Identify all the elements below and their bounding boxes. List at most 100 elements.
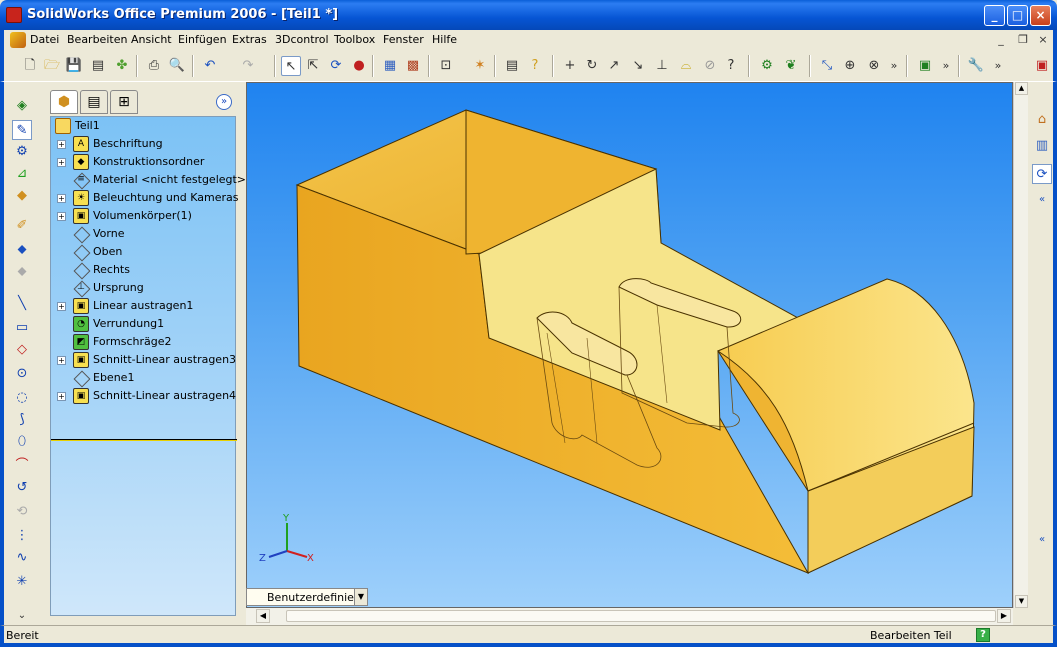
tree-root-part[interactable]: Teil1: [51, 117, 237, 135]
library-icon[interactable]: ▥: [1032, 136, 1052, 156]
three-point-arc-icon[interactable]: ⌒: [12, 456, 32, 476]
smart-dimension-icon[interactable]: ⬥: [12, 240, 32, 260]
redo-icon[interactable]: ↷: [238, 56, 258, 76]
tree-item[interactable]: + ▣ Volumenkörper(1): [51, 207, 237, 225]
tree-item[interactable]: + ▣ Linear austragen1: [51, 297, 237, 315]
expand-toggle-icon[interactable]: +: [57, 194, 66, 203]
relations-icon[interactable]: ⬥: [12, 262, 32, 282]
expand-toggle-icon[interactable]: +: [57, 158, 66, 167]
toolbar-overflow-1[interactable]: »: [884, 56, 904, 76]
menu-fenster[interactable]: Fenster: [383, 33, 424, 46]
grid-icon[interactable]: ▦: [380, 56, 400, 76]
mdi-close-button[interactable]: ×: [1035, 33, 1051, 47]
chevron-down-icon[interactable]: ▼: [354, 589, 367, 605]
dome-icon[interactable]: ⌓: [676, 56, 696, 76]
query-icon[interactable]: ?: [721, 56, 741, 76]
horizontal-scrollbar[interactable]: ◀ ▶: [246, 608, 1013, 625]
centerline-icon[interactable]: ⋮: [12, 526, 32, 546]
rotate-view-icon[interactable]: ↻: [582, 56, 602, 76]
toolbar-overflow-2[interactable]: »: [936, 56, 956, 76]
tree-item[interactable]: + ◆ Konstruktionsordner: [51, 153, 237, 171]
make-assembly-icon[interactable]: ✤: [112, 56, 132, 76]
collapse-pane-icon[interactable]: «: [1032, 190, 1052, 210]
tree-item[interactable]: + ▣ Schnitt-Linear austragen3: [51, 351, 237, 369]
menu-hilfe[interactable]: Hilfe: [432, 33, 457, 46]
arrow-ne-icon[interactable]: ↗: [604, 56, 624, 76]
menu-datei[interactable]: Datei: [30, 33, 59, 46]
expand-toggle-icon[interactable]: +: [57, 392, 66, 401]
tab-feature-tree[interactable]: ⬢: [50, 90, 78, 114]
make-drawing-icon[interactable]: ▤: [88, 56, 108, 76]
leaf-icon[interactable]: ❦: [781, 56, 801, 76]
chevron-down-icon[interactable]: ⌄: [12, 606, 32, 626]
point-sketch-icon[interactable]: ✳: [12, 572, 32, 592]
zoom-area-icon[interactable]: ⊗: [864, 56, 884, 76]
menu-ansicht[interactable]: Ansicht: [131, 33, 172, 46]
menu-extras[interactable]: Extras: [232, 33, 267, 46]
wrench-icon[interactable]: 🔧: [966, 56, 986, 76]
zoom-in-icon[interactable]: ⊕: [840, 56, 860, 76]
sketch-edit-icon[interactable]: ✐: [12, 216, 32, 236]
features-icon[interactable]: ◈: [12, 96, 32, 116]
tab-property-manager[interactable]: ▤: [80, 90, 108, 114]
close-button[interactable]: ×: [1030, 5, 1051, 26]
sketch-icon[interactable]: ✎: [12, 120, 32, 140]
spline-arc-icon[interactable]: ↺: [12, 478, 32, 498]
tangent-arc-icon[interactable]: ⟆: [12, 410, 32, 430]
texture-icon[interactable]: ▩: [403, 56, 423, 76]
mdi-restore-button[interactable]: ❐: [1015, 33, 1031, 47]
rebuild-icon[interactable]: ⟳: [326, 56, 346, 76]
tree-item[interactable]: ◔ Verrundung1: [51, 315, 237, 333]
tree-item[interactable]: Vorne: [51, 225, 237, 243]
tree-item[interactable]: Rechts: [51, 261, 237, 279]
view-orientation-icon[interactable]: ⊡: [436, 56, 456, 76]
tree-item[interactable]: ≡ Material <nicht festgelegt>: [51, 171, 246, 189]
solidworks-app-icon[interactable]: [6, 7, 22, 23]
properties-icon[interactable]: ▤: [502, 56, 522, 76]
tree-item[interactable]: ⊥ Ursprung: [51, 279, 237, 297]
tree-item[interactable]: Ebene1: [51, 369, 237, 387]
polygon-icon[interactable]: ◇: [12, 340, 32, 360]
tab-configuration-manager[interactable]: ⊞: [110, 90, 138, 114]
vertical-scrollbar[interactable]: ▲ ▼: [1013, 82, 1028, 608]
maximize-button[interactable]: □: [1007, 5, 1028, 26]
zoom-to-fit-icon[interactable]: ⤡: [817, 56, 837, 76]
image-icon[interactable]: ▣: [915, 56, 935, 76]
perpendicular-icon[interactable]: ⊥: [652, 56, 672, 76]
view-tab[interactable]: Benutzerdefiniert ▼: [246, 588, 368, 606]
tree-item[interactable]: + A Beschriftung: [51, 135, 237, 153]
expand-panel-icon[interactable]: »: [216, 94, 232, 110]
expand-pane-icon[interactable]: «: [1032, 530, 1052, 550]
assembly-icon[interactable]: ⚙: [12, 142, 32, 162]
surfaces-icon[interactable]: ◆: [12, 186, 32, 206]
centerpoint-arc-icon[interactable]: ◌: [12, 388, 32, 408]
expand-toggle-icon[interactable]: +: [57, 356, 66, 365]
select-filter-icon[interactable]: ⇱: [303, 56, 323, 76]
undo-icon[interactable]: ↶: [200, 56, 220, 76]
menu-3dcontrol[interactable]: 3Dcontrol: [275, 33, 329, 46]
circle-icon[interactable]: ⊙: [12, 364, 32, 384]
rollback-bar[interactable]: [51, 439, 237, 441]
offset-icon[interactable]: ⟲: [12, 502, 32, 522]
scroll-up-icon[interactable]: ▲: [1015, 82, 1028, 95]
new-document-icon[interactable]: 🗋: [20, 56, 40, 76]
home-icon[interactable]: ⌂: [1032, 110, 1052, 130]
scroll-left-icon[interactable]: ◀: [256, 609, 270, 623]
expand-toggle-icon[interactable]: +: [57, 302, 66, 311]
menu-bearbeiten[interactable]: Bearbeiten: [67, 33, 127, 46]
help-icon[interactable]: ?: [525, 56, 545, 76]
rectangle-icon[interactable]: ▭: [12, 318, 32, 338]
print-icon[interactable]: ⎙: [144, 56, 164, 76]
link-icon[interactable]: ⊘: [700, 56, 720, 76]
mdi-minimize-button[interactable]: _: [993, 33, 1009, 47]
expand-toggle-icon[interactable]: +: [57, 212, 66, 221]
minimize-button[interactable]: _: [984, 5, 1005, 26]
exit-icon[interactable]: ▣: [1032, 56, 1052, 76]
tree-item[interactable]: + ▣ Schnitt-Linear austragen4: [51, 387, 237, 405]
display-style-icon[interactable]: ✶: [470, 56, 490, 76]
line-icon[interactable]: ╲: [12, 294, 32, 314]
print-preview-icon[interactable]: 🔍: [167, 56, 187, 76]
help-icon[interactable]: ?: [976, 628, 990, 642]
refresh-icon[interactable]: ⟳: [1032, 164, 1052, 184]
tree-item[interactable]: ◩ Formschräge2: [51, 333, 237, 351]
